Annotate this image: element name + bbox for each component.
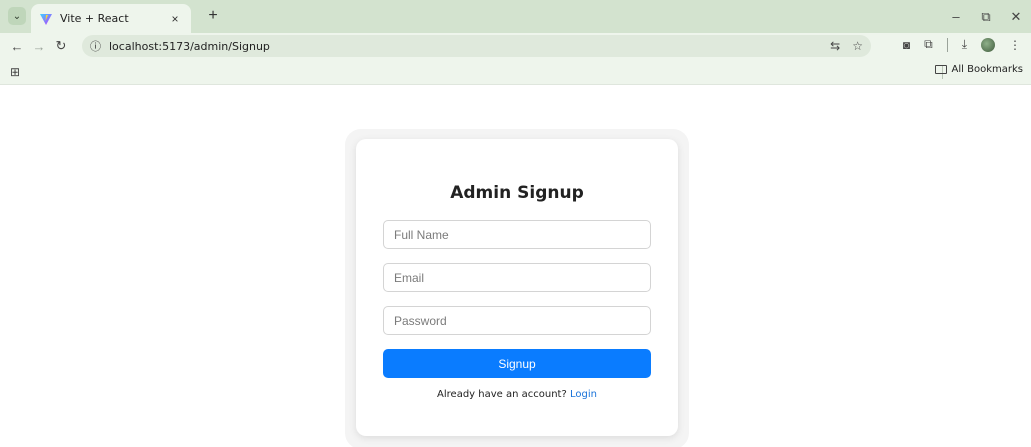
signup-button[interactable]: Signup [383,349,651,378]
new-tab-button[interactable]: + [205,8,221,24]
download-icon[interactable]: ⤓ [962,37,967,52]
tab-title: Vite + React [60,12,129,25]
translate-icon[interactable]: ⇆ [830,39,840,53]
signup-card: Admin Signup Signup Already have an acco… [356,139,678,436]
extensions-icon[interactable]: ⧉ [924,37,933,52]
tab-search-icon[interactable]: ⌄ [8,7,26,25]
minimize-button[interactable]: – [941,9,971,24]
vite-logo-icon [40,13,52,25]
bookmarks-bar: ⊞ All Bookmarks [0,59,1031,85]
window-controls: – ⧉ ✕ [941,0,1031,33]
tab-close-icon[interactable]: × [167,12,183,26]
star-icon[interactable]: ☆ [852,39,863,53]
site-info-icon[interactable]: ⓘ [90,38,101,54]
camera-icon[interactable]: ◙ [903,38,910,52]
tab-strip: ⌄ Vite + React × + – ⧉ ✕ [0,0,1031,33]
login-prompt-text: Already have an account? [437,389,567,400]
folder-icon [934,65,947,74]
login-link[interactable]: Login [570,389,597,400]
full-name-input[interactable] [383,220,651,249]
all-bookmarks-button[interactable]: All Bookmarks [934,64,1023,75]
back-icon[interactable]: ← [6,39,28,54]
reload-icon[interactable]: ↻ [50,38,72,54]
browser-toolbar: ← → ↻ ⓘ localhost:5173/admin/Signup ⇆ ☆ … [0,33,1031,59]
toolbar-divider [946,37,948,52]
signup-title: Admin Signup [450,183,584,203]
active-tab[interactable]: Vite + React × [31,4,191,33]
apps-icon[interactable]: ⊞ [10,65,20,79]
restore-button[interactable]: ⧉ [971,9,1001,25]
login-prompt-row: Already have an account? Login [356,389,678,400]
all-bookmarks-label: All Bookmarks [951,64,1023,75]
forward-icon[interactable]: → [28,39,50,54]
page-content: Admin Signup Signup Already have an acco… [0,85,1031,447]
close-window-button[interactable]: ✕ [1001,9,1031,25]
menu-icon[interactable]: ⋮ [1009,38,1021,52]
password-input[interactable] [383,306,651,335]
url-text[interactable]: localhost:5173/admin/Signup [109,40,270,53]
address-bar[interactable]: ⓘ localhost:5173/admin/Signup ⇆ ☆ [82,35,871,57]
profile-avatar[interactable] [981,37,995,52]
email-input[interactable] [383,263,651,292]
